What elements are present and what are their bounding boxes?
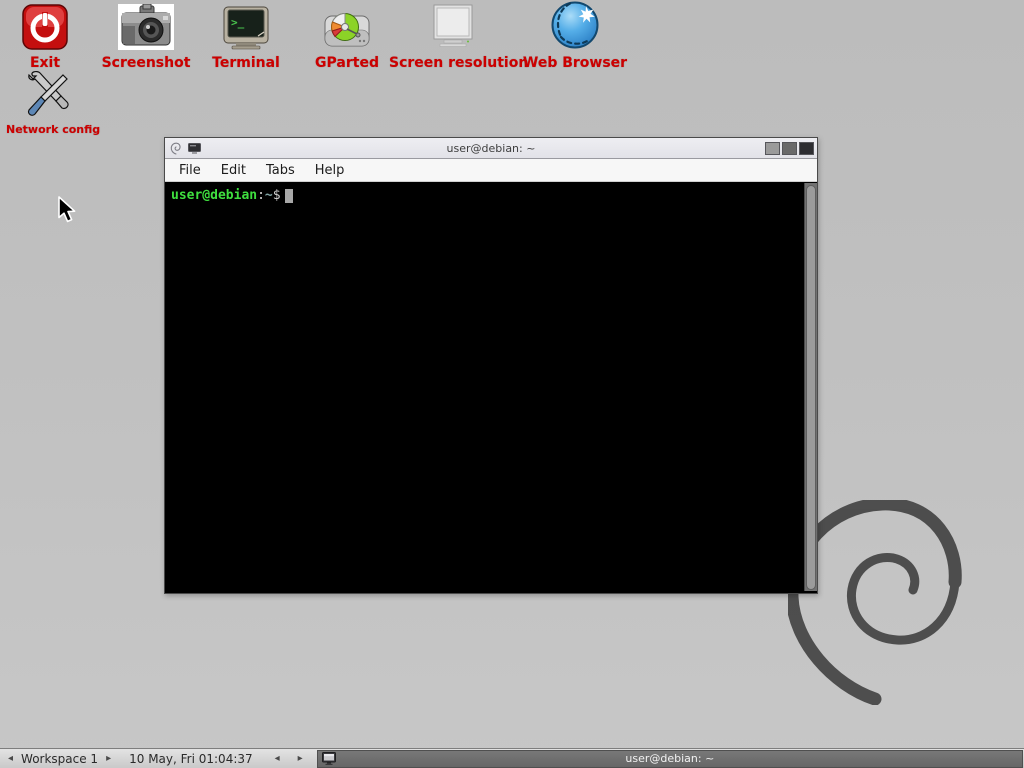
tools-icon bbox=[6, 70, 90, 118]
taskbar: ◂ Workspace 1 ▸ 10 May, Fri 01:04:37 ◂ ▸… bbox=[0, 748, 1024, 768]
crt-terminal-icon: >_ bbox=[206, 2, 286, 50]
desktop-icon-screen-resolution[interactable]: Screen resolution bbox=[389, 2, 517, 71]
task-monitor-icon bbox=[322, 752, 336, 765]
clock: 10 May, Fri 01:04:37 bbox=[119, 749, 263, 768]
text-cursor bbox=[285, 189, 293, 203]
scrollbar-thumb[interactable] bbox=[806, 185, 816, 590]
menu-edit[interactable]: Edit bbox=[211, 161, 256, 180]
task-button-label: user@debian: ~ bbox=[318, 752, 1022, 765]
icon-label: Exit bbox=[10, 55, 80, 71]
icon-label: Screen resolution bbox=[389, 55, 517, 71]
workspace-pager: ◂ Workspace 1 ▸ bbox=[0, 749, 119, 768]
close-button[interactable] bbox=[799, 142, 814, 155]
power-icon bbox=[10, 2, 80, 50]
monitor-icon bbox=[389, 2, 517, 50]
menubar: File Edit Tabs Help bbox=[165, 159, 817, 182]
window-title: user@debian: ~ bbox=[165, 142, 817, 155]
titlebar[interactable]: user@debian: ~ bbox=[165, 138, 817, 159]
menu-help[interactable]: Help bbox=[305, 161, 355, 180]
tasklist-scroll-arrows: ◂ ▸ bbox=[263, 749, 315, 768]
desktop-icon-network-config[interactable]: Network config bbox=[6, 70, 90, 136]
camera-icon bbox=[101, 2, 191, 50]
icon-label: GParted bbox=[311, 55, 383, 71]
prompt-symbol: $ bbox=[273, 188, 281, 203]
workspace-prev-arrow-icon[interactable]: ◂ bbox=[6, 753, 15, 764]
terminal-app-icon bbox=[188, 143, 201, 154]
terminal-screen[interactable]: user@debian:~$ bbox=[165, 183, 817, 591]
menu-tabs[interactable]: Tabs bbox=[256, 161, 305, 180]
desktop: { "desktop": { "icons": [ { "label": "Ex… bbox=[0, 0, 1024, 768]
workspace-next-arrow-icon[interactable]: ▸ bbox=[104, 753, 113, 764]
minimize-button[interactable] bbox=[765, 142, 780, 155]
debian-swirl-icon bbox=[170, 142, 182, 155]
terminal-window: user@debian: ~ File Edit Tabs Help user@… bbox=[164, 137, 818, 594]
mouse-cursor bbox=[57, 196, 81, 224]
workspace-label[interactable]: Workspace 1 bbox=[21, 752, 98, 766]
menu-file[interactable]: File bbox=[169, 161, 211, 180]
prompt-cwd: ~ bbox=[265, 188, 273, 203]
prompt-separator: : bbox=[257, 188, 265, 203]
tasklist-right-arrow-icon[interactable]: ▸ bbox=[296, 753, 305, 764]
icon-label: Network config bbox=[6, 123, 90, 136]
maximize-button[interactable] bbox=[782, 142, 797, 155]
prompt-user-host: user@debian bbox=[171, 188, 257, 203]
desktop-icon-web-browser[interactable]: Web Browser bbox=[521, 2, 629, 71]
disk-partition-icon bbox=[311, 2, 383, 50]
svg-text:>_: >_ bbox=[231, 16, 245, 29]
icon-label: Web Browser bbox=[521, 55, 629, 71]
icon-label: Screenshot bbox=[101, 55, 191, 71]
desktop-icon-screenshot[interactable]: Screenshot bbox=[101, 2, 191, 71]
shell-prompt: user@debian:~$ bbox=[171, 188, 293, 203]
terminal-scrollbar[interactable] bbox=[804, 183, 817, 591]
globe-icon bbox=[521, 2, 629, 50]
icon-label: Terminal bbox=[206, 55, 286, 71]
desktop-icon-terminal[interactable]: >_ Terminal bbox=[206, 2, 286, 71]
task-button-terminal[interactable]: user@debian: ~ bbox=[317, 750, 1023, 768]
desktop-icon-exit[interactable]: Exit bbox=[10, 2, 80, 71]
desktop-icon-gparted[interactable]: GParted bbox=[311, 2, 383, 71]
tasklist-left-arrow-icon[interactable]: ◂ bbox=[273, 753, 282, 764]
